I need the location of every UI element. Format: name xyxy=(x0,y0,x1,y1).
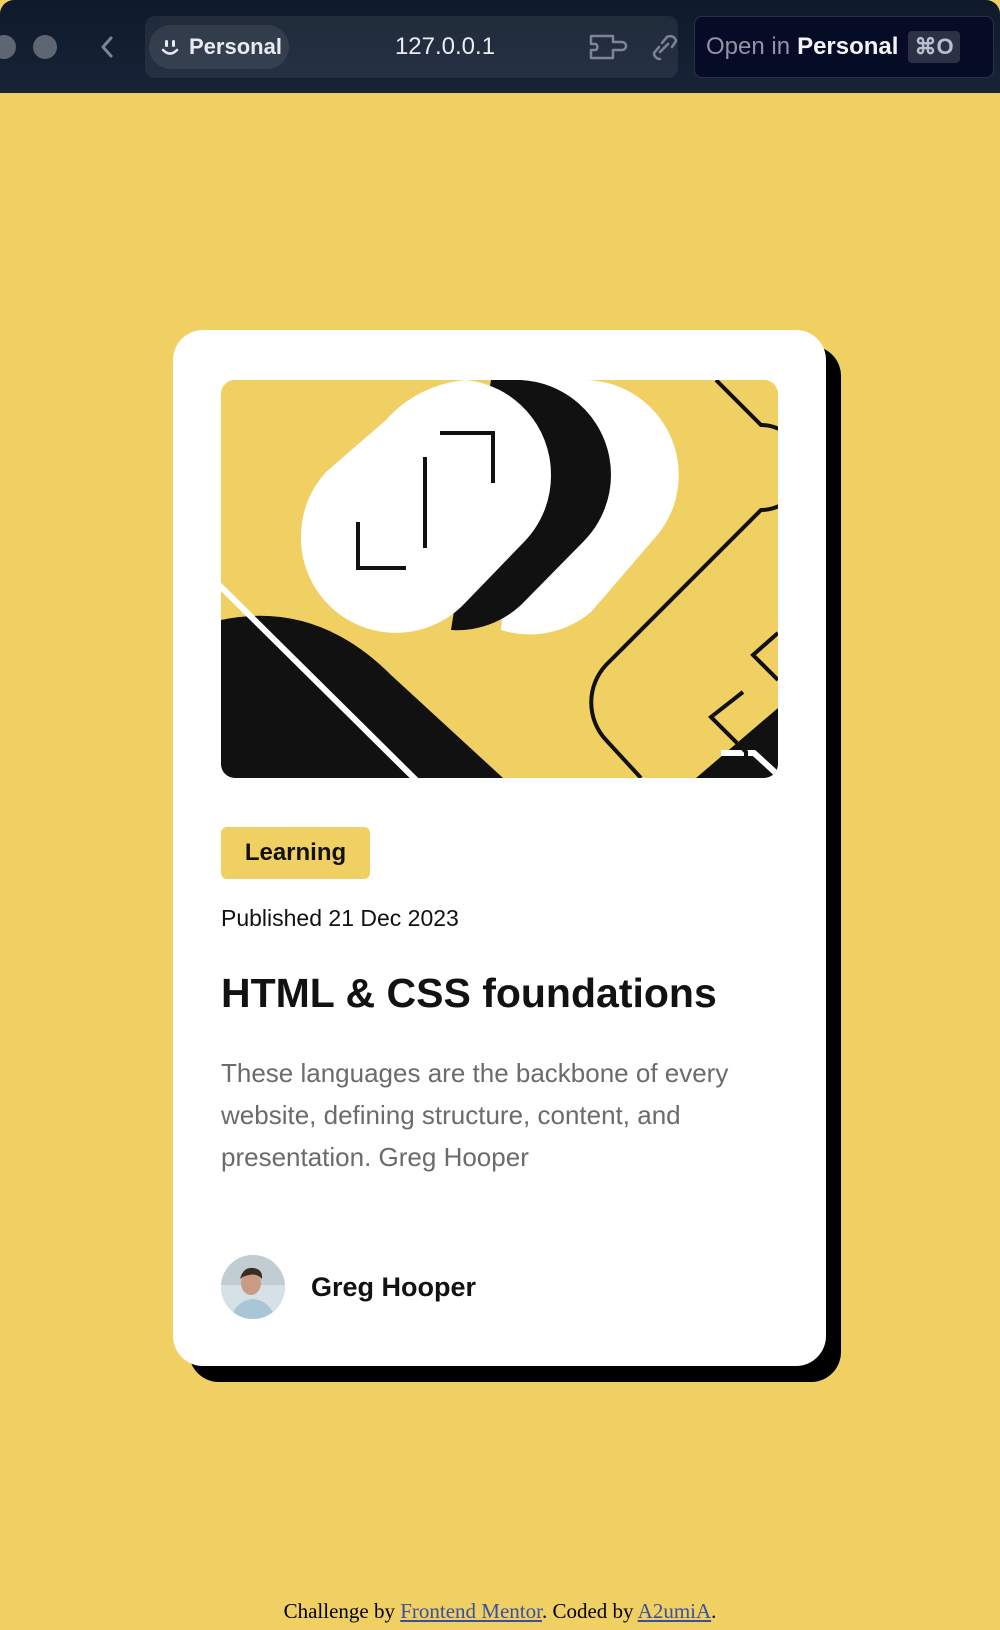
keyboard-shortcut-badge: ⌘O xyxy=(908,31,960,63)
back-chevron-icon xyxy=(101,36,113,58)
blog-preview-card: Learning Published 21 Dec 2023 HTML & CS… xyxy=(173,330,826,1366)
open-in-target: Personal xyxy=(797,33,899,60)
link-icon[interactable] xyxy=(650,31,680,63)
profile-switcher[interactable]: Personal xyxy=(149,25,289,69)
open-in-prefix: Open in xyxy=(706,33,791,60)
category-tag[interactable]: Learning xyxy=(221,827,370,879)
frontend-mentor-link[interactable]: Frontend Mentor xyxy=(400,1599,542,1623)
author-link[interactable]: A2umiA xyxy=(638,1599,712,1623)
window-control-button[interactable] xyxy=(0,35,16,59)
avatar xyxy=(221,1255,285,1319)
card-illustration xyxy=(221,380,778,778)
extension-icon[interactable] xyxy=(588,31,628,63)
open-in-personal-button[interactable]: Open in Personal ⌘O xyxy=(694,16,994,78)
back-button[interactable] xyxy=(92,30,122,64)
url-text[interactable]: 127.0.0.1 xyxy=(345,33,545,61)
attribution-middle: . Coded by xyxy=(541,1599,638,1623)
profile-label: Personal xyxy=(189,34,282,59)
author-block: Greg Hooper xyxy=(221,1255,476,1319)
attribution-prefix: Challenge by xyxy=(283,1599,401,1623)
published-date: Published 21 Dec 2023 xyxy=(221,905,459,931)
smiley-profile-icon xyxy=(161,40,179,55)
attribution-footer: Challenge by Frontend Mentor. Coded by A… xyxy=(0,1599,1000,1624)
window-control-button[interactable] xyxy=(33,35,57,59)
browser-toolbar: Personal 127.0.0.1 Open in Personal ⌘O xyxy=(0,0,1000,93)
author-name: Greg Hooper xyxy=(311,1271,477,1302)
attribution-suffix: . xyxy=(711,1599,717,1623)
address-bar[interactable]: Personal 127.0.0.1 xyxy=(145,16,678,78)
card-description: These languages are the backbone of ever… xyxy=(221,1058,729,1172)
card-title[interactable]: HTML & CSS foundations xyxy=(221,970,717,1017)
